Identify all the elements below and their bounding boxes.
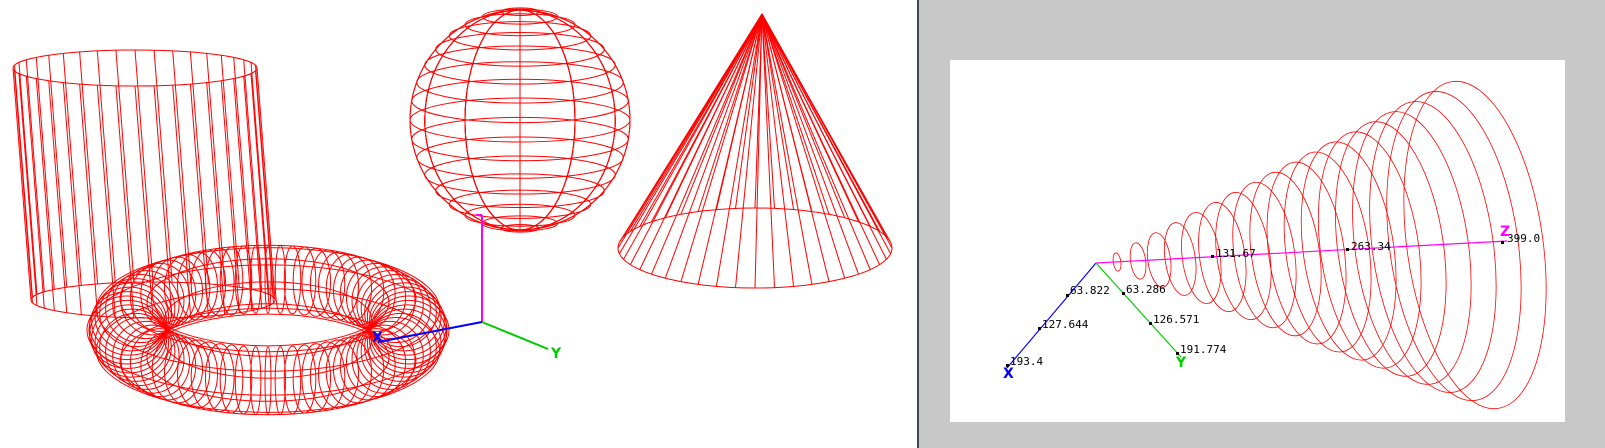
left-3d-viewport[interactable]: Y X: [0, 0, 917, 448]
cone-side-line: [761, 13, 846, 218]
torus-tube-section: [283, 345, 302, 415]
sphere-wireframe: [409, 7, 631, 233]
cylinder-side-line: [79, 83, 99, 317]
right-x-axis-line: [1006, 262, 1097, 369]
left-scene-svg[interactable]: Y X: [0, 0, 917, 448]
right-3d-canvas[interactable]: 131.67 263.34 399.0 63.822 127.644 193.4…: [950, 60, 1565, 422]
cone-side-line: [629, 13, 763, 232]
torus-tube-section: [283, 245, 302, 315]
cross-section-circle: [1266, 161, 1347, 345]
z-tick-marker-1: [1211, 255, 1214, 258]
cylinder-side-line: [189, 51, 209, 285]
z-tick-label-2: 263.34: [1351, 240, 1391, 253]
x-tick-marker-1: [1066, 294, 1069, 297]
cylinder-side-line: [62, 53, 82, 286]
cone-side-line: [761, 13, 892, 243]
torus-tube-section: [219, 246, 244, 316]
left-y-axis-line: [481, 321, 549, 350]
cone-side-line: [680, 13, 763, 282]
x-tick-marker-2: [1038, 327, 1041, 330]
right-x-axis-label: X: [1003, 366, 1014, 382]
right-y-axis-line: [1095, 262, 1182, 358]
cone-side-line: [761, 13, 871, 227]
cylinder-side-line: [79, 51, 99, 285]
torus-tube-section: [292, 246, 317, 316]
cylinder-side-line: [172, 50, 192, 283]
x-tick-label-2: 127.644: [1042, 318, 1089, 331]
torus-wireframe: [86, 244, 450, 416]
cone-side-line: [761, 13, 860, 275]
cone-side-line: [664, 13, 763, 218]
torus-tube-section: [264, 346, 272, 416]
cone-side-line: [651, 13, 763, 275]
y-tick-label-3: 191.774: [1180, 343, 1227, 356]
cone-side-line: [761, 13, 859, 223]
cone-side-line: [651, 13, 763, 223]
cone-wireframe: [617, 13, 893, 289]
cylinder-side-line: [115, 50, 135, 283]
cone-side-line: [639, 13, 763, 227]
right-z-axis-label: Z: [1500, 224, 1510, 240]
z-tick-marker-3: [1501, 241, 1504, 244]
z-tick-label-1: 131.67: [1216, 247, 1256, 260]
right-y-axis-label: Y: [1175, 355, 1187, 371]
y-tick-marker-1: [1122, 292, 1125, 295]
cylinder-side-line: [96, 85, 116, 318]
z-tick-marker-2: [1346, 248, 1349, 251]
cylinder-side-line: [134, 49, 154, 283]
right-scene-svg[interactable]: 131.67 263.34 399.0 63.822 127.644 193.4…: [950, 60, 1565, 422]
torus-tube-section: [219, 344, 244, 414]
y-tick-label-1: 63.286: [1126, 283, 1166, 296]
cone-side-line: [761, 13, 830, 215]
x-tick-label-3: 193.4: [1010, 355, 1043, 368]
torus-tube-section: [234, 345, 253, 415]
right-axes-triad: 131.67 263.34 399.0 63.822 127.644 193.4…: [1003, 224, 1540, 382]
y-tick-marker-2: [1149, 322, 1152, 325]
left-axes-triad: Y X: [372, 214, 562, 362]
left-x-axis-label: X: [372, 330, 383, 346]
left-y-axis-label: Y: [550, 346, 562, 362]
cylinder-side-line: [18, 73, 38, 306]
right-viewport-panel: 131.67 263.34 399.0 63.822 127.644 193.4…: [919, 0, 1605, 448]
z-tick-label-3: 399.0: [1507, 232, 1540, 245]
torus-tube-section: [292, 344, 317, 414]
x-tick-label-1: 63.822: [1070, 284, 1110, 297]
y-tick-label-2: 126.571: [1153, 313, 1199, 326]
cone-side-line: [761, 13, 795, 287]
cross-section-circle: [1386, 91, 1522, 401]
